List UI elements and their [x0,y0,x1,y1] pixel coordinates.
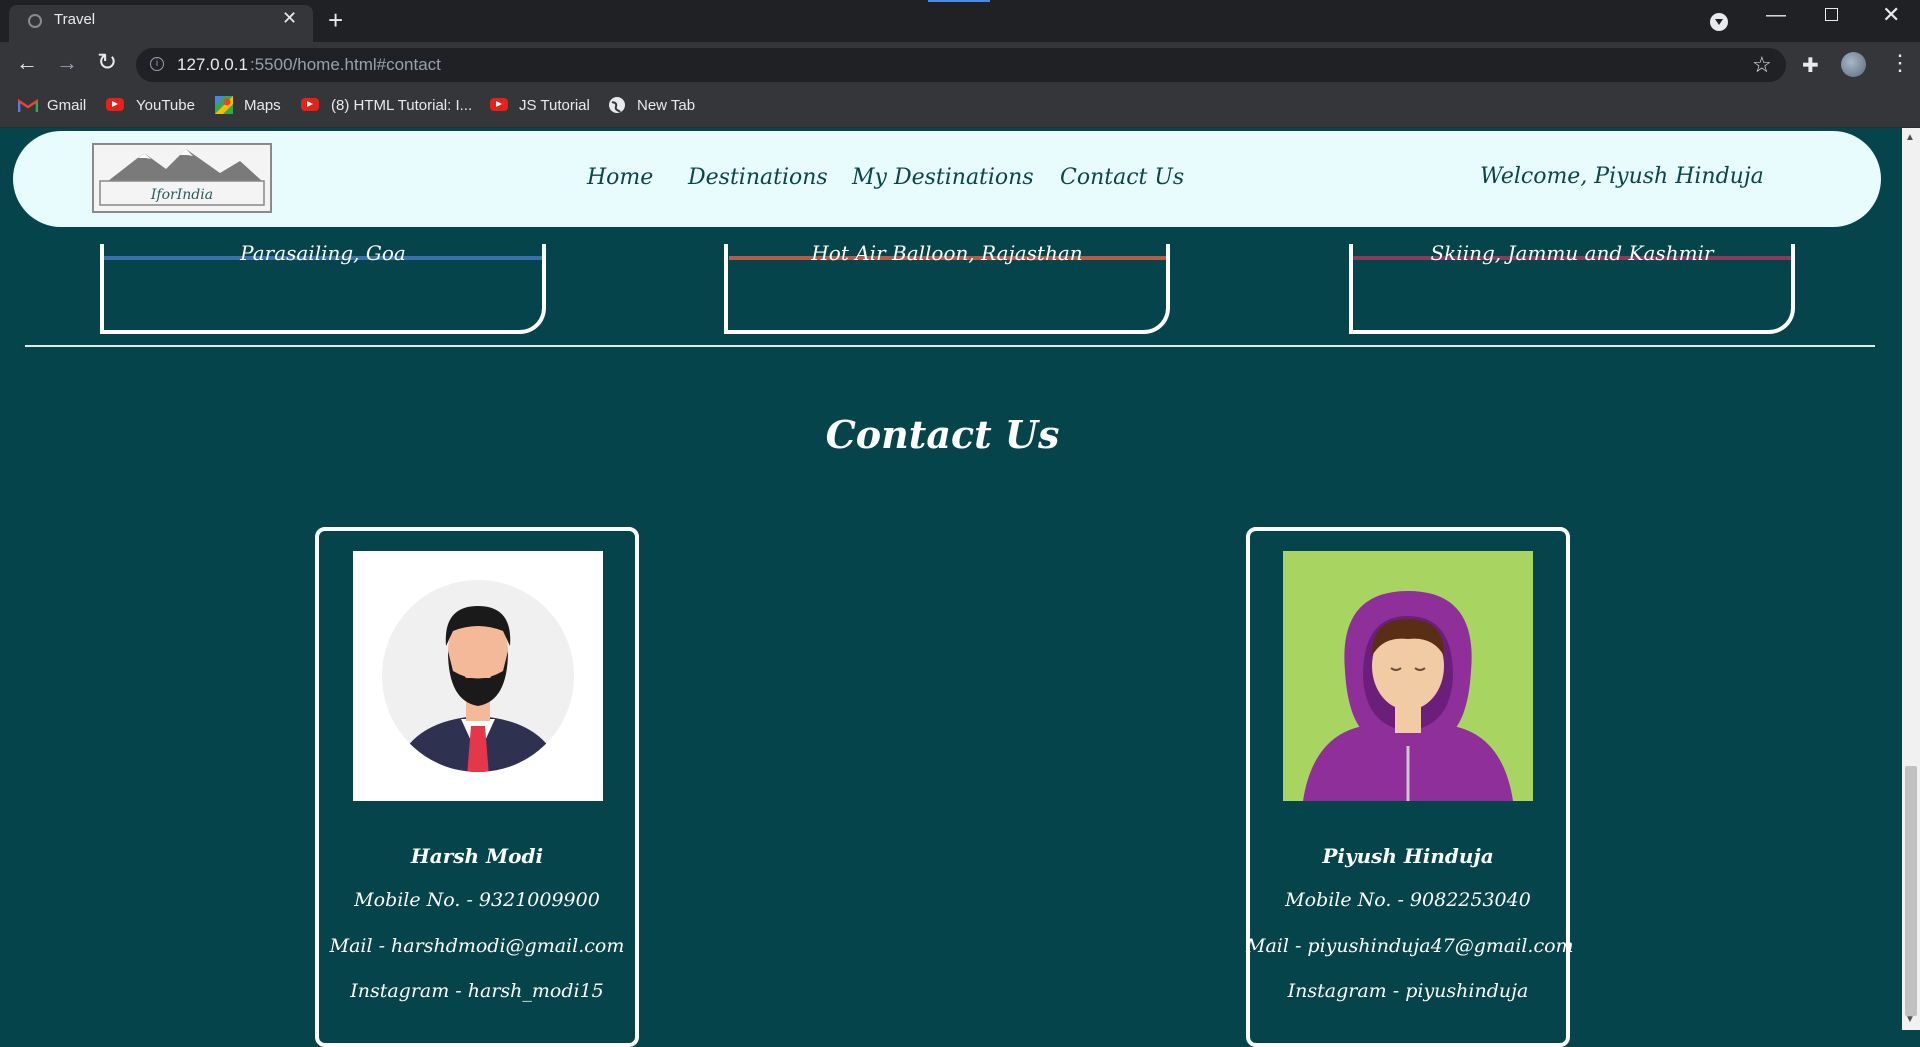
restore-icon[interactable] [1825,8,1838,21]
tab-strip-accent [928,0,990,2]
globe-icon [609,97,625,113]
destination-label: Hot Air Balloon, Rajasthan [811,241,1083,265]
mountain-logo-icon: IforIndia [99,149,265,206]
close-tab-icon[interactable]: ✕ [282,8,297,29]
contact-section-title: Contact Us [825,412,1060,457]
more-menu-icon[interactable]: ⋮ [1889,50,1911,76]
avatar-bearded-man [353,551,603,801]
contact-email[interactable]: Mail - harshdmodi@gmail.com [315,935,639,957]
scroll-up-arrow-icon[interactable]: ▲ [1905,132,1915,143]
bookmark-youtube[interactable]: YouTube [136,97,195,114]
logo-text: IforIndia [150,187,213,203]
reload-icon[interactable]: ↻ [97,48,117,77]
youtube-icon [106,98,124,111]
scroll-down-arrow-icon[interactable]: ▼ [1905,1014,1915,1025]
site-logo[interactable]: IforIndia [92,143,272,213]
youtube-icon [490,98,508,111]
bookmark-js-tutorial[interactable]: JS Tutorial [519,97,590,114]
nav-destinations[interactable]: Destinations [688,165,828,190]
url-path: :5500/home.html#contact [250,55,441,74]
gmail-icon [18,99,38,112]
profile-avatar[interactable] [1841,52,1866,77]
contact-mobile: Mobile No. - 9321009900 [354,889,600,911]
youtube-icon [301,98,319,111]
forward-arrow-icon[interactable]: → [56,50,78,76]
section-divider [25,345,1875,347]
avatar-hooded-person [1283,551,1533,801]
contact-mobile: Mobile No. - 9082253040 [1285,889,1531,911]
new-tab-button[interactable]: + [328,5,343,36]
contact-instagram[interactable]: Instagram - piyushinduja [1246,980,1570,1002]
contact-name: Harsh Modi [410,844,544,868]
contact-email[interactable]: Mail - piyushinduja47@gmail.com [1246,935,1574,957]
globe-icon [28,14,42,28]
bookmark-html-tutorial[interactable]: (8) HTML Tutorial: I... [331,97,472,114]
info-icon[interactable]: i [150,57,164,71]
welcome-message: Welcome, Piyush Hinduja [1480,164,1764,189]
contact-instagram[interactable]: Instagram - harsh_modi15 [315,980,639,1002]
destination-label: Parasailing, Goa [240,241,406,265]
contact-name: Piyush Hinduja [1322,844,1494,868]
minimize-icon[interactable]: — [1766,4,1786,27]
nav-my-destinations[interactable]: My Destinations [852,165,1034,190]
url-host: 127.0.0.1 [177,55,248,74]
bookmark-gmail[interactable]: Gmail [47,97,86,114]
star-icon[interactable]: ☆ [1752,52,1772,78]
nav-home[interactable]: Home [587,165,653,190]
puzzle-icon[interactable]: ✚ [1802,53,1819,78]
tab-title: Travel [54,11,96,28]
bookmarks-bar [0,86,1920,128]
nav-contact-us[interactable]: Contact Us [1060,165,1184,190]
back-arrow-icon[interactable]: ← [16,50,38,76]
window-close-icon[interactable]: ✕ [1882,2,1900,28]
maps-icon [215,96,233,114]
bookmark-maps[interactable]: Maps [244,97,281,114]
bookmark-new-tab[interactable]: New Tab [637,97,695,114]
scrollbar-thumb[interactable] [1905,766,1917,1016]
tab-search-icon[interactable] [1710,13,1728,31]
destination-label: Skiing, Jammu and Kashmir [1430,241,1714,265]
